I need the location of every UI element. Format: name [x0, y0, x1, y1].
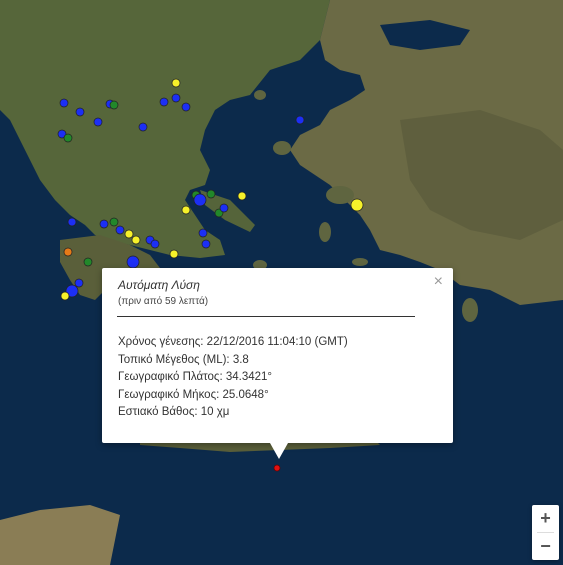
popup-title: Αυτόματη Λύση	[118, 278, 200, 292]
earthquake-marker[interactable]	[93, 117, 103, 127]
island-samos	[352, 258, 368, 266]
earthquake-marker[interactable]	[181, 102, 191, 112]
earthquake-marker[interactable]	[159, 97, 169, 107]
earthquake-marker[interactable]	[350, 198, 364, 212]
earthquake-marker[interactable]	[295, 115, 305, 125]
earthquake-marker[interactable]	[63, 247, 73, 257]
earthquake-marker[interactable]	[169, 249, 179, 259]
earthquake-marker[interactable]	[74, 278, 84, 288]
earthquake-marker[interactable]	[131, 235, 141, 245]
zoom-in-button[interactable]: +	[532, 505, 559, 532]
popup-subtitle: (πριν από 59 λεπτά)	[118, 296, 209, 307]
close-icon[interactable]: ×	[434, 274, 443, 290]
earthquake-marker[interactable]	[138, 122, 148, 132]
island-rhodes	[462, 298, 478, 322]
earthquake-marker[interactable]	[83, 257, 93, 267]
zoom-out-button[interactable]: −	[532, 533, 559, 560]
earthquake-marker[interactable]	[115, 225, 125, 235]
zoom-control: + −	[532, 505, 559, 560]
origin-time: Χρόνος γένεσης: 22/12/2016 11:04:10 (GMT…	[118, 336, 348, 348]
earthquake-marker[interactable]	[126, 255, 140, 269]
info-popup: × Αυτόματη Λύση (πριν από 59 λεπτά) Χρόν…	[102, 268, 453, 459]
divider	[117, 316, 415, 317]
earthquake-marker[interactable]	[237, 191, 247, 201]
island-chios	[319, 222, 331, 242]
earthquake-marker[interactable]	[193, 193, 207, 207]
earthquake-marker[interactable]	[109, 217, 119, 227]
local-magnitude: Τοπικό Μέγεθος (ML): 3.8	[118, 353, 249, 366]
earthquake-marker[interactable]	[124, 229, 134, 239]
island-limnos	[273, 141, 291, 155]
island-thasos	[254, 90, 266, 100]
island-lesvos	[326, 186, 354, 204]
popup-details: Χρόνος γένεσης: 22/12/2016 11:04:10 (GMT…	[118, 334, 348, 422]
earthquake-marker[interactable]	[59, 98, 69, 108]
earthquake-marker[interactable]	[75, 107, 85, 117]
focal-depth: Εστιακό Βάθος: 10 χμ	[118, 406, 230, 418]
earthquake-marker[interactable]	[109, 100, 119, 110]
earthquake-marker[interactable]	[219, 203, 229, 213]
earthquake-marker[interactable]	[206, 189, 216, 199]
earthquake-marker[interactable]	[150, 239, 160, 249]
earthquake-marker[interactable]	[201, 239, 211, 249]
earthquake-marker[interactable]	[99, 219, 109, 229]
earthquake-marker[interactable]	[171, 93, 181, 103]
earthquake-marker[interactable]	[171, 78, 181, 88]
earthquake-marker[interactable]	[63, 133, 73, 143]
earthquake-marker[interactable]	[181, 205, 191, 215]
earthquake-marker[interactable]	[198, 228, 208, 238]
longitude: Γεωγραφικό Μήκος: 25.0648°	[118, 388, 269, 401]
earthquake-marker[interactable]	[60, 291, 70, 301]
earthquake-marker[interactable]	[67, 217, 77, 227]
selected-earthquake-marker[interactable]	[273, 464, 281, 472]
latitude: Γεωγραφικό Πλάτος: 34.3421°	[118, 371, 272, 383]
